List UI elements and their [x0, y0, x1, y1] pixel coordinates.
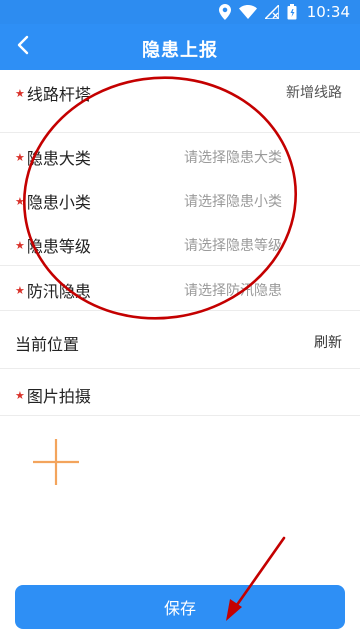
flood-row[interactable]: ★ 防汛隐患 请选择防汛隐患: [0, 266, 360, 311]
status-icons: 10:34: [218, 3, 350, 21]
location-icon: [218, 4, 231, 20]
plus-icon: [32, 439, 80, 490]
status-bar: 10:34: [0, 0, 360, 24]
required-star: ★: [15, 389, 25, 402]
category-major-label: ★ 隐患大类: [15, 149, 91, 168]
required-star: ★: [15, 151, 25, 164]
add-photo-button[interactable]: [32, 438, 80, 486]
category-minor-label: ★ 隐患小类: [15, 193, 91, 212]
required-star: ★: [15, 239, 25, 252]
category-minor-row[interactable]: ★ 隐患小类 请选择隐患小类: [0, 177, 360, 221]
category-major-row[interactable]: ★ 隐患大类 请选择隐患大类: [0, 133, 360, 177]
category-major-select[interactable]: 请选择隐患大类: [184, 147, 282, 167]
save-button[interactable]: 保存: [15, 585, 345, 629]
line-tower-label: ★ 线路杆塔: [15, 85, 91, 104]
level-row[interactable]: ★ 隐患等级 请选择隐患等级: [0, 221, 360, 266]
level-label: ★ 隐患等级: [15, 237, 91, 256]
required-star: ★: [15, 284, 25, 297]
category-minor-select[interactable]: 请选择隐患小类: [184, 191, 282, 211]
flood-select[interactable]: 请选择防汛隐患: [184, 280, 282, 300]
status-time: 10:34: [306, 3, 350, 21]
location-label: 当前位置: [15, 335, 80, 354]
flood-label: ★ 防汛隐患: [15, 282, 91, 301]
level-select[interactable]: 请选择隐患等级: [184, 235, 282, 255]
app-bar: 隐患上报: [0, 24, 360, 70]
page-title: 隐患上报: [142, 40, 218, 61]
required-star: ★: [15, 87, 25, 100]
required-star: ★: [15, 195, 25, 208]
refresh-location-button[interactable]: 刷新: [314, 332, 342, 352]
no-signal-icon: [264, 5, 279, 19]
add-line-button[interactable]: 新增线路: [286, 82, 342, 102]
photo-label: ★ 图片拍摄: [15, 387, 91, 406]
wifi-icon: [238, 5, 257, 19]
location-row: 当前位置 刷新: [0, 311, 360, 369]
battery-icon: [287, 4, 297, 20]
line-tower-row[interactable]: ★ 线路杆塔 新增线路: [0, 70, 360, 133]
photo-row: ★ 图片拍摄: [0, 369, 360, 416]
